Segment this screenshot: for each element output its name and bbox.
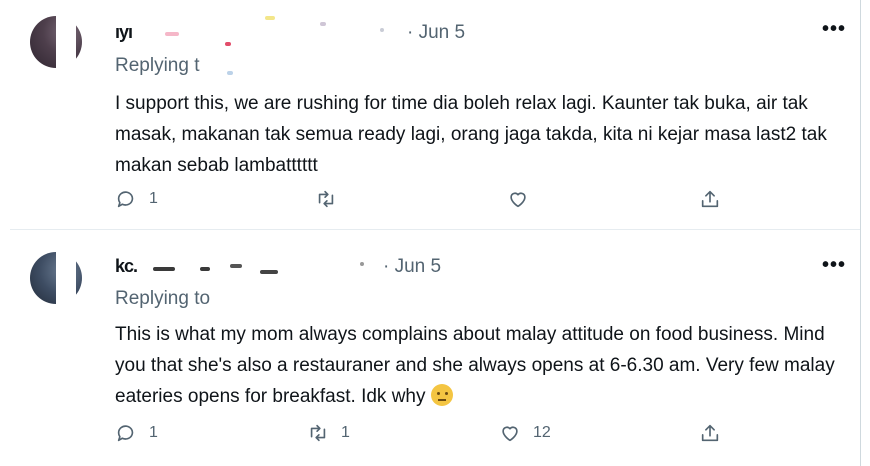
replying-to-label: Replying to: [115, 288, 211, 309]
more-dots-icon[interactable]: •••: [822, 254, 846, 277]
tweet[interactable]: kc. · Jun 5 ••• Replying to This is what…: [0, 230, 860, 466]
redacted-handle: [200, 267, 210, 271]
tweet[interactable]: ıyı · Jun 5 ••• Replying t I support thi…: [0, 0, 860, 229]
like-button[interactable]: 12: [499, 422, 551, 444]
retweet-button[interactable]: [315, 188, 349, 210]
redacted-handle: [360, 262, 364, 266]
display-name[interactable]: ıyı: [115, 22, 133, 42]
share-upload-icon: [701, 424, 719, 442]
speech-bubble-icon: [117, 191, 134, 208]
replying-to: Replying t: [115, 55, 233, 77]
avatar-crop: [56, 250, 76, 320]
tweet-actions: 1: [115, 188, 735, 214]
redacted-handle: [153, 267, 175, 271]
reply-count: 1: [149, 424, 158, 441]
share-button[interactable]: [699, 422, 721, 444]
redacted-handle: [260, 270, 278, 274]
like-count: 12: [533, 424, 551, 441]
replying-to: Replying to: [115, 288, 210, 310]
reply-button[interactable]: 1: [115, 188, 158, 210]
timeline-border: [860, 0, 861, 466]
redacted-handle: [165, 32, 179, 36]
retweet-icon: [318, 190, 334, 208]
redacted-handle: [320, 22, 326, 26]
reply-count: 1: [149, 190, 158, 207]
redacted-handle: [227, 71, 233, 75]
display-name[interactable]: kc.: [115, 256, 138, 276]
tweet-actions: 1 1 12: [115, 422, 735, 448]
retweet-icon: [310, 424, 326, 442]
more-dots-icon[interactable]: •••: [822, 18, 846, 41]
confused-face-emoji: [430, 384, 453, 406]
tweet-text: I support this, we are rushing for time …: [115, 93, 827, 176]
redacted-handle: [380, 28, 384, 32]
tweet-header: kc. · Jun 5: [115, 256, 835, 280]
redacted-handle: [230, 264, 242, 268]
retweet-count: 1: [341, 424, 350, 441]
redacted-handle: [265, 16, 275, 20]
tweet-header: ıyı · Jun 5: [115, 16, 835, 46]
share-button[interactable]: [699, 188, 721, 210]
heart-icon: [502, 426, 518, 442]
like-button[interactable]: [507, 188, 541, 210]
retweet-button[interactable]: 1: [307, 422, 350, 444]
tweet-text-content: This is what my mom always complains abo…: [115, 324, 835, 407]
reply-button[interactable]: 1: [115, 422, 158, 444]
redacted-handle: [225, 42, 231, 46]
replying-to-label: Replying t: [115, 55, 200, 76]
tweet-date[interactable]: · Jun 5: [383, 256, 441, 278]
tweet-text: This is what my mom always complains abo…: [115, 319, 850, 412]
heart-icon: [510, 192, 526, 208]
speech-bubble-icon: [117, 425, 134, 442]
share-upload-icon: [701, 190, 719, 208]
tweet-date[interactable]: · Jun 5: [407, 22, 465, 44]
avatar-crop: [56, 14, 76, 84]
